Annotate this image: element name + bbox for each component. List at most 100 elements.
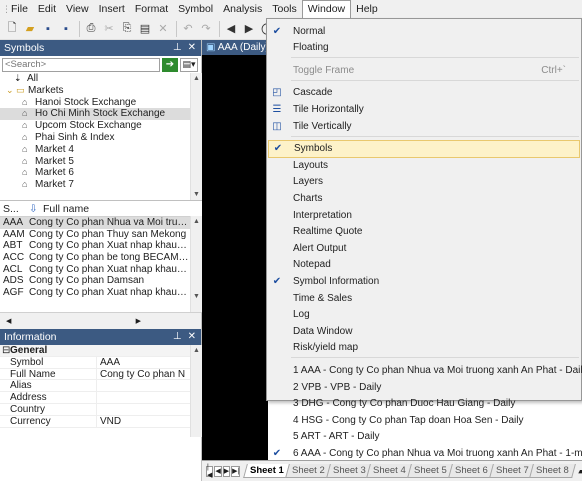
close-icon[interactable]: ✕ [188,329,196,345]
info-row[interactable]: Address [0,392,201,404]
pin-icon[interactable]: ⊥ [173,40,182,56]
scroll-left-icon[interactable]: ◀ [6,317,11,325]
menu-insert[interactable]: Insert [94,0,130,18]
info-group-general[interactable]: ⊟ General [0,345,201,357]
horizontal-scrollbar[interactable]: ◀ ▶ [0,312,202,329]
chart-tab[interactable]: ▣ AAA (Daily) [202,40,268,55]
info-row[interactable]: Country [0,403,201,416]
menu-item-layouts[interactable]: Layouts [268,156,580,174]
menu-help[interactable]: Help [351,0,383,18]
sheet-add-tab[interactable]: ▰+S [578,466,582,477]
scroll-down-icon[interactable]: ▼ [191,189,202,200]
menu-item-normal[interactable]: ✔ Normal [268,22,580,40]
scroll-up-icon[interactable]: ▲ [191,345,202,356]
tree-item[interactable]: ⇣ All [0,73,190,85]
menu-item-4-hsg-cong-ty-co-phan-tap-doan-hoa-sen-d[interactable]: 4 HSG - Cong ty Co phan Tap doan Hoa Sen… [268,411,580,429]
tree-item[interactable]: ⌂ Upcom Stock Exchange [0,120,190,132]
menu-file[interactable]: File [6,0,33,18]
menu-item-realtime-quote[interactable]: Realtime Quote [268,223,580,241]
menu-item-interpretation[interactable]: Interpretation [268,206,580,224]
menu-item-time-sales[interactable]: Time & Sales [268,289,580,307]
info-row[interactable]: Full NameCong ty Co phan Nhua [0,368,201,381]
tree-item[interactable]: ⌂ Market 7 [0,179,190,191]
menu-window[interactable]: Window [301,0,352,18]
table-row[interactable]: AAM Cong ty Co phan Thuy san Mekong [0,229,202,241]
sheet-tab[interactable]: Sheet 8 [529,464,577,478]
table-row[interactable]: ACL Cong ty Co phan Xuat nhap khau T... [0,264,202,276]
menu-item-floating[interactable]: Floating [268,39,580,57]
forward-icon[interactable]: ▶ [241,21,257,37]
redo-icon[interactable]: ↷ [198,21,214,37]
menu-item-data-window[interactable]: Data Window [268,322,580,340]
new-file-icon[interactable]: 🗋 [4,21,20,37]
menu-item-alert-output[interactable]: Alert Output [268,239,580,257]
save-all-icon[interactable]: ▪ [58,21,74,37]
menu-item-notepad[interactable]: Notepad [268,256,580,274]
save-icon[interactable]: ▪ [40,21,56,37]
next-sheet-icon[interactable]: ▶ [222,465,231,477]
sheet-tab[interactable]: Sheet 6 [448,464,495,478]
tree-item[interactable]: ⌄ ▭ Markets [0,85,190,97]
undo-icon[interactable]: ↶ [180,21,196,37]
search-go-icon[interactable]: ➔ [162,57,178,72]
menu-item-log[interactable]: Log [268,306,580,324]
info-row[interactable]: Symbol AAA [0,356,201,369]
table-row[interactable]: ABT Cong ty Co phan Xuat nhap khau T... [0,240,202,252]
table-scrollbar[interactable]: ▲ ▼ [190,216,202,312]
pin-icon[interactable]: ⊥ [173,329,182,345]
tree-item[interactable]: ⌂ Phai Sinh & Index [0,132,190,144]
menu-item-risk-yield-map[interactable]: Risk/yield map [268,339,580,357]
menu-item-symbols[interactable]: ✔ Symbols [268,139,580,158]
menu-item-cascade[interactable]: ◰ Cascade [268,84,580,102]
menu-item-2-vpb-vpb-daily[interactable]: 2 VPB - VPB - Daily [268,378,580,396]
scroll-up-icon[interactable]: ▲ [191,216,202,227]
print-icon[interactable]: ⎙ [83,21,99,37]
table-row[interactable]: AGF Cong ty Co phan Xuat nhap khau T... [0,287,202,299]
tree-item[interactable]: ⌂ Hanoi Stock Exchange [0,97,190,109]
menu-item-symbol-information[interactable]: ✔ Symbol Information [268,272,580,290]
copy-icon[interactable]: ⎘ [119,21,135,37]
sheet-tab[interactable]: Sheet 1 [243,464,291,478]
table-row[interactable]: ADS Cong ty Co phan Damsan [0,275,202,287]
sheet-tab[interactable]: Sheet 3 [325,464,373,478]
cut-icon[interactable]: ✂ [101,21,117,37]
sheet-tab[interactable]: Sheet 7 [488,464,536,478]
menu-item-toggle-frame[interactable]: Toggle Frame Ctrl+` [268,61,580,79]
menu-item-3-dhg-cong-ty-co-phan-duoc-hau-giang-dai[interactable]: 3 DHG - Cong ty Co phan Duoc Hau Giang -… [268,395,580,413]
menu-tools[interactable]: Tools [267,0,302,18]
column-header-symbol[interactable]: S... [0,203,29,215]
first-sheet-icon[interactable]: |◀ [206,464,214,479]
chart-area[interactable] [202,55,268,460]
menu-format[interactable]: Format [130,0,173,18]
table-row[interactable]: ACC Cong ty Co phan be tong BECAMEX [0,252,202,264]
search-input[interactable] [2,57,160,72]
sort-icon[interactable]: ⇩ [29,203,43,215]
info-scrollbar[interactable]: ▲ [190,345,202,437]
sheet-tab[interactable]: Sheet 2 [285,464,332,478]
delete-icon[interactable]: ✕ [155,21,171,37]
column-header-fullname[interactable]: Full name [43,203,89,215]
tree-scrollbar[interactable]: ▲ ▼ [190,73,202,200]
prev-sheet-icon[interactable]: ◀ [214,465,222,477]
tree-item[interactable]: ⌂ Market 4 [0,144,190,156]
menu-view[interactable]: View [61,0,94,18]
table-row[interactable]: AAA Cong ty Co phan Nhua va Moi truo... [0,217,202,229]
close-icon[interactable]: ✕ [188,40,196,56]
menu-item-6-aaa-cong-ty-co-phan-nhua-va-moi-truong[interactable]: ✔ 6 AAA - Cong ty Co phan Nhua va Moi tru… [268,444,582,462]
menu-item-tile-horizontally[interactable]: ☰ Tile Horizontally [268,100,580,118]
back-icon[interactable]: ◀ [223,21,239,37]
info-row[interactable]: Alias [0,380,201,393]
paste-icon[interactable]: ▤ [137,21,153,37]
search-options-icon[interactable]: ▤▾ [180,57,198,72]
menu-item-layers[interactable]: Layers [268,173,580,191]
scroll-down-icon[interactable]: ▼ [191,291,202,302]
tree-item[interactable]: ⌂ Ho Chi Minh Stock Exchange [0,108,190,121]
menu-item-1-aaa-cong-ty-co-phan-nhua-va-moi-truong[interactable]: 1 AAA - Cong ty Co phan Nhua va Moi truo… [268,361,582,379]
menu-item-tile-vertically[interactable]: ◫ Tile Vertically [268,117,580,135]
menu-item-5-art-art-daily[interactable]: 5 ART - ART - Daily [268,428,580,446]
collapse-icon[interactable]: ⊟ [0,345,10,356]
sheet-tab[interactable]: Sheet 5 [407,464,454,478]
scroll-up-icon[interactable]: ▲ [191,73,202,84]
menu-edit[interactable]: Edit [33,0,61,18]
sheet-tab[interactable]: Sheet 4 [366,464,414,478]
